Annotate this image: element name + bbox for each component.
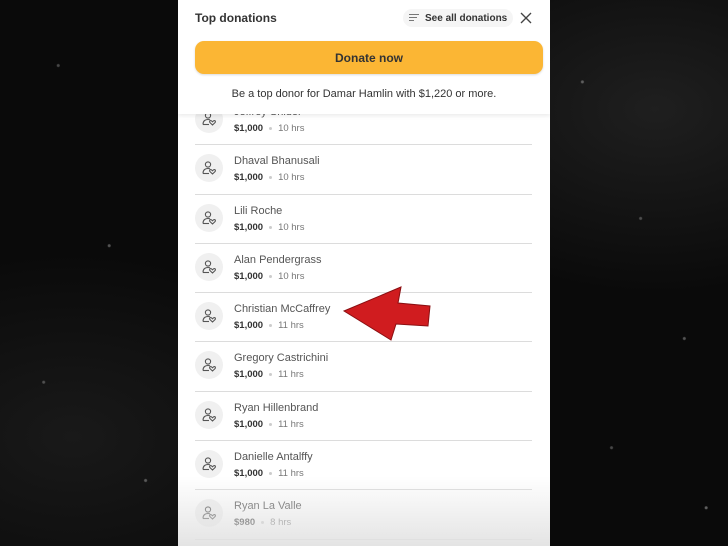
donation-row: Danielle Antalffy $1,000 11 hrs	[195, 441, 532, 491]
panel-header: Top donations See all donations Donate n…	[178, 0, 550, 114]
separator-dot	[269, 324, 273, 328]
donor-avatar	[195, 302, 223, 331]
donor-heart-icon	[202, 358, 216, 373]
separator-dot	[269, 472, 273, 476]
donor-name: Gregory Castrichini	[234, 352, 329, 365]
separator-dot	[269, 274, 273, 278]
donation-amount: $1,000	[234, 418, 264, 430]
separator-dot	[269, 422, 273, 426]
donation-time: 11 hrs	[278, 320, 304, 332]
donation-time: 8 hrs	[270, 517, 292, 529]
donation-row: Lili Roche $1,000 10 hrs	[195, 195, 532, 244]
donation-amount: $980	[234, 517, 256, 529]
separator-dot	[269, 373, 273, 377]
separator-dot	[261, 521, 265, 525]
donation-meta: $1,000 10 hrs	[234, 172, 304, 183]
donation-amount: $1,000	[234, 221, 264, 233]
donation-time: 10 hrs	[278, 221, 305, 233]
donation-time: 11 hrs	[278, 418, 304, 430]
donation-row: Dhaval Bhanusali $1,000 10 hrs	[195, 145, 532, 195]
donation-time: 10 hrs	[278, 270, 305, 282]
top-donations-panel: Top donations See all donations Donate n…	[178, 0, 550, 546]
donor-avatar	[195, 450, 223, 479]
donor-heart-icon	[202, 210, 216, 225]
donation-meta: $1,000 10 hrs	[234, 222, 304, 233]
donation-amount: $1,000	[234, 270, 264, 282]
donation-meta: $1,000 11 hrs	[234, 468, 304, 479]
separator-dot	[269, 127, 273, 130]
see-all-donations-button[interactable]: See all donations	[403, 9, 514, 27]
donor-avatar	[195, 351, 223, 380]
donation-row: Gregory Castrichini $1,000 11 hrs	[195, 342, 532, 392]
donor-heart-icon	[202, 161, 216, 176]
donor-name: Alan Pendergrass	[234, 253, 322, 266]
donation-row: Christian McCaffrey $1,000 11 hrs	[195, 293, 532, 343]
donor-avatar	[195, 252, 223, 281]
donate-now-button[interactable]: Donate now	[195, 41, 543, 74]
donor-name: Lili Roche	[234, 204, 283, 217]
donor-heart-icon	[202, 309, 216, 323]
panel-title: Top donations	[195, 11, 277, 25]
donation-row: Ryan La Valle $980 8 hrs	[195, 490, 532, 540]
donor-heart-icon	[202, 408, 216, 422]
donation-time: 11 hrs	[278, 468, 304, 480]
donor-avatar	[195, 400, 223, 429]
top-donor-promo-text: Be a top donor for Damar Hamlin with $1,…	[231, 88, 497, 100]
donation-row: Alan Pendergrass $1,000 10 hrs	[195, 244, 532, 294]
donation-meta: $1,000 11 hrs	[234, 419, 304, 430]
donation-amount: $1,000	[234, 123, 264, 134]
donor-heart-icon	[202, 506, 216, 521]
donor-avatar	[195, 499, 223, 528]
separator-dot	[269, 225, 273, 229]
donation-meta: $1,000 10 hrs	[234, 123, 304, 134]
donor-name: Danielle Antalffy	[234, 451, 313, 464]
donor-name: Ryan Hillenbrand	[234, 401, 319, 414]
see-all-donations-label: See all donations	[425, 12, 508, 24]
donation-meta: $1,000 11 hrs	[234, 320, 304, 331]
donation-list: Jeffrey Snider $1,000 10 hrs Dhaval Bhan…	[195, 96, 532, 540]
donation-time: 10 hrs	[278, 172, 305, 184]
donor-heart-icon	[202, 260, 216, 274]
close-button[interactable]	[518, 10, 534, 26]
separator-dot	[269, 176, 273, 180]
donation-amount: $1,000	[234, 172, 264, 184]
donation-meta: $1,000 11 hrs	[234, 369, 304, 380]
donation-row: Ryan Hillenbrand $1,000 11 hrs	[195, 392, 532, 442]
donor-name: Christian McCaffrey	[234, 303, 331, 316]
donor-avatar	[195, 154, 223, 183]
donation-amount: $1,000	[234, 320, 264, 332]
donation-amount: $1,000	[234, 369, 264, 381]
donor-name: Dhaval Bhanusali	[234, 155, 320, 168]
donor-name: Ryan La Valle	[234, 500, 302, 513]
donation-time: 10 hrs	[278, 123, 305, 134]
donation-meta: $980 8 hrs	[234, 517, 291, 528]
filter-lines-icon	[409, 14, 419, 22]
close-icon	[520, 12, 532, 24]
donation-amount: $1,000	[234, 468, 264, 480]
donation-meta: $1,000 10 hrs	[234, 271, 304, 282]
donor-avatar	[195, 203, 223, 232]
donation-time: 11 hrs	[278, 369, 304, 381]
donor-heart-icon	[202, 457, 216, 471]
